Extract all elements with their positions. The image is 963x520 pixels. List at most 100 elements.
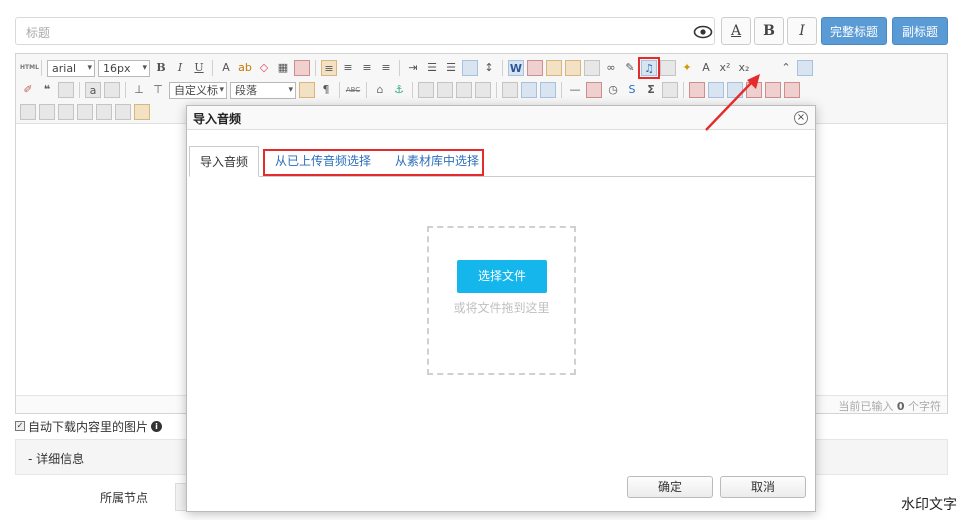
horizontal-rule-icon[interactable]: —	[567, 82, 583, 98]
link-s-icon[interactable]: S	[624, 82, 640, 98]
float-right-icon[interactable]	[437, 82, 453, 98]
subtitle-button[interactable]: 副标题	[892, 17, 948, 45]
music-icon[interactable]: ♫	[638, 57, 660, 79]
ok-button[interactable]: 确定	[627, 476, 713, 498]
close-icon[interactable]: ×	[794, 111, 808, 125]
text-a-icon[interactable]: a	[85, 82, 101, 98]
pdf-icon[interactable]	[527, 60, 543, 76]
choose-file-button[interactable]: 选择文件	[457, 260, 547, 293]
auto-download-checkbox[interactable]: ✓	[15, 421, 25, 431]
delete-row-icon[interactable]	[746, 82, 762, 98]
auto-download-label: 自动下载内容里的图片	[28, 419, 149, 434]
fullscreen-icon[interactable]	[797, 60, 813, 76]
info-icon[interactable]: i	[151, 420, 163, 432]
title-row: 标题 A B I 完整标题 副标题	[15, 17, 948, 45]
cell-props-icon[interactable]	[96, 104, 112, 120]
title-input[interactable]: 标题	[15, 17, 715, 45]
float-center-icon[interactable]	[456, 82, 472, 98]
text-box-icon[interactable]: A	[698, 60, 714, 76]
font-family-select[interactable]: arial	[47, 59, 95, 77]
sigma-icon[interactable]: Σ	[643, 82, 659, 98]
float-left-icon[interactable]	[418, 82, 434, 98]
subscript-icon[interactable]: x₂	[736, 60, 752, 76]
insert-row-icon[interactable]	[708, 82, 724, 98]
indent-icon[interactable]: ⇥	[405, 60, 421, 76]
cancel-button[interactable]: 取消	[720, 476, 806, 498]
anchor-icon[interactable]: ⚓	[391, 82, 407, 98]
table-props-icon[interactable]	[77, 104, 93, 120]
table-icon[interactable]	[462, 60, 478, 76]
split-rows-icon[interactable]	[39, 104, 55, 120]
delete-col-icon[interactable]	[765, 82, 781, 98]
paragraph-select[interactable]: 段落	[230, 81, 296, 99]
word-icon[interactable]: W	[508, 60, 524, 76]
file-drop-zone[interactable]: 选择文件 或将文件拖到这里	[427, 226, 576, 375]
page-icon[interactable]	[104, 82, 120, 98]
link-icon[interactable]: ∞	[603, 60, 619, 76]
underline-button[interactable]: A	[721, 17, 751, 45]
attachment-icon[interactable]: ✎	[622, 60, 638, 76]
qrcode-icon[interactable]	[584, 60, 600, 76]
ordered-list-icon[interactable]: ☰	[424, 60, 440, 76]
ltr-icon[interactable]	[299, 82, 315, 98]
insert-col-icon[interactable]	[727, 82, 743, 98]
image-icon[interactable]	[546, 60, 562, 76]
collapse-icon[interactable]: ⌃	[778, 60, 794, 76]
align-right-icon[interactable]: ≡	[359, 60, 375, 76]
row-spacing-top-icon[interactable]: ⊥	[131, 82, 147, 98]
detail-section-label: - 详细信息	[28, 452, 85, 466]
row-spacing-bottom-icon[interactable]: ⊤	[150, 82, 166, 98]
tab-import-audio[interactable]: 导入音频	[189, 146, 259, 177]
eraser-icon[interactable]: ◇	[256, 60, 272, 76]
float-none-icon[interactable]	[475, 82, 491, 98]
bookmark-icon[interactable]: ⌂	[372, 82, 388, 98]
full-title-button[interactable]: 完整标题	[821, 17, 887, 45]
bold-icon[interactable]: B	[153, 60, 169, 76]
scrawl-icon[interactable]	[540, 82, 556, 98]
align-left-icon[interactable]: ≡	[321, 60, 337, 76]
dialog-title: 导入音频	[193, 112, 242, 126]
underline-icon[interactable]: U	[191, 60, 207, 76]
strikethrough-icon[interactable]: ABC	[345, 82, 361, 98]
highlight-icon[interactable]: ab	[237, 60, 253, 76]
preview-eye-icon[interactable]	[693, 23, 713, 41]
auto-download-option[interactable]: ✓ 自动下载内容里的图片 i	[15, 419, 163, 434]
chart-icon[interactable]	[134, 104, 150, 120]
split-cells-icon[interactable]	[20, 104, 36, 120]
gallery-icon[interactable]	[565, 60, 581, 76]
font-size-select[interactable]: 16px	[98, 59, 150, 77]
title-placeholder: 标题	[26, 26, 51, 40]
rtl-icon[interactable]: ¶	[318, 82, 334, 98]
watermark: 水印文字	[901, 497, 957, 513]
italic-icon[interactable]: I	[172, 60, 188, 76]
align-center-icon[interactable]: ≡	[340, 60, 356, 76]
insert-frame-icon[interactable]	[502, 82, 518, 98]
grid-icon[interactable]: ▦	[275, 60, 291, 76]
template-icon[interactable]	[662, 82, 678, 98]
line-height-icon[interactable]: ↕	[481, 60, 497, 76]
custom-title-select[interactable]: 自定义标	[169, 81, 227, 99]
merge-cells-icon[interactable]	[784, 82, 800, 98]
superscript-icon[interactable]: x²	[717, 60, 733, 76]
dialog-header: 导入音频 ×	[187, 106, 815, 130]
char-count: 0	[896, 400, 905, 413]
bold-button[interactable]: B	[754, 17, 784, 45]
special-char-icon[interactable]	[294, 60, 310, 76]
split-cols-icon[interactable]	[58, 104, 74, 120]
drop-hint-text: 或将文件拖到这里	[453, 301, 550, 315]
table-insert-icon[interactable]	[689, 82, 705, 98]
align-justify-icon[interactable]: ≡	[378, 60, 394, 76]
html-icon[interactable]: HTML	[20, 60, 39, 76]
paste-icon[interactable]	[58, 82, 74, 98]
video-icon[interactable]	[660, 60, 676, 76]
magic-icon[interactable]: ✦	[679, 60, 695, 76]
format-paint-icon[interactable]: ✐	[20, 82, 36, 98]
insert-image-icon[interactable]	[521, 82, 537, 98]
time-icon[interactable]: ◷	[605, 82, 621, 98]
quote-icon[interactable]: ❝	[39, 82, 55, 98]
italic-button[interactable]: I	[787, 17, 817, 45]
date-icon[interactable]	[586, 82, 602, 98]
unordered-list-icon[interactable]: ☰	[443, 60, 459, 76]
font-color-icon[interactable]: A	[218, 60, 234, 76]
sort-icon[interactable]	[115, 104, 131, 120]
